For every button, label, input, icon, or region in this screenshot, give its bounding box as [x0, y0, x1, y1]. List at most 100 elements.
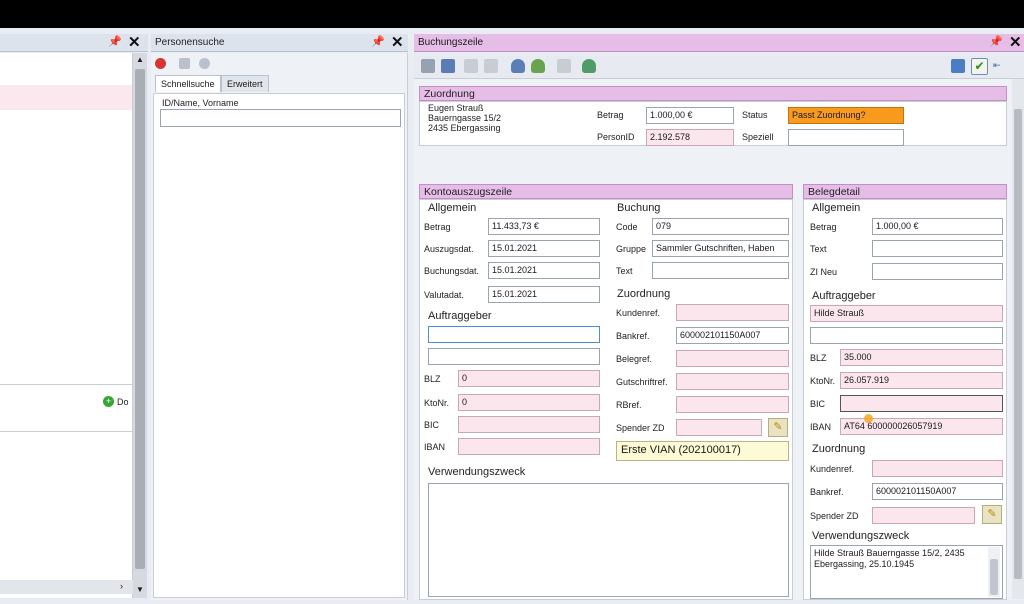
bic-field[interactable] [458, 416, 600, 433]
gutschriftref-field[interactable] [676, 373, 789, 390]
zuordnung-header-bar: Zuordnung [419, 86, 1007, 101]
text-field[interactable] [652, 262, 789, 279]
section-zuordnung-title: Zuordnung [617, 288, 671, 300]
blz-field[interactable]: 0 [458, 370, 600, 387]
cursor-icon [864, 414, 873, 423]
betrag-field[interactable]: 1.000,00 € [646, 107, 734, 124]
person-icon[interactable] [531, 59, 545, 73]
status-field[interactable]: Passt Zuordnung? [788, 107, 904, 124]
kundenref-field[interactable] [872, 460, 1003, 477]
betrag-field[interactable]: 1.000,00 € [872, 218, 1003, 235]
text-field[interactable] [872, 240, 1003, 257]
bic-field[interactable] [840, 395, 1003, 412]
list-icon[interactable] [557, 59, 571, 73]
auftraggeber-name2-field[interactable] [810, 327, 1003, 344]
left-hscrollbar[interactable]: › [0, 580, 133, 594]
iban-field[interactable] [458, 438, 600, 455]
verwendungszweck-textarea[interactable]: Hilde Strauß Bauerngasse 15/2, 2435 Eber… [810, 545, 1003, 599]
stop-icon[interactable] [155, 58, 166, 69]
bankref-label: Bankref. [810, 487, 844, 497]
left-scrollbar[interactable]: ▲ ▼ [133, 53, 147, 598]
search-input[interactable] [160, 109, 401, 127]
rbref-field[interactable] [676, 396, 789, 413]
gruppe-field[interactable]: Sammler Gutschriften, Haben [652, 240, 789, 257]
scrollbar-thumb[interactable] [990, 559, 998, 595]
auftraggeber-name-field[interactable] [428, 326, 600, 343]
spender-field[interactable] [872, 507, 975, 524]
save-icon[interactable] [441, 59, 455, 73]
pencil-icon[interactable]: ✎ [982, 505, 1002, 524]
tab-schnellsuche[interactable]: Schnellsuche [155, 75, 221, 92]
bankref-field[interactable]: 600002101150A007 [676, 327, 789, 344]
speziell-field[interactable] [788, 129, 904, 146]
display-icon[interactable] [951, 59, 965, 73]
close-icon[interactable]: ✕ [1009, 33, 1022, 51]
close-icon[interactable]: ✕ [128, 33, 141, 51]
personensuche-header: Personensuche 📌 ✕ [151, 34, 408, 52]
section-allgemein-title: Allgemein [812, 202, 861, 214]
spender-label: Spender ZD [810, 511, 859, 521]
arrow-icon[interactable]: ⇤ [993, 60, 1001, 71]
auftraggeber-name2-field[interactable] [428, 348, 600, 365]
scrollbar-thumb[interactable] [135, 69, 145, 569]
zineu-label: ZI Neu [810, 267, 838, 277]
ktonr-field[interactable]: 0 [458, 394, 600, 411]
schnellsuche-page: ID/Name, Vorname [153, 93, 405, 598]
code-field[interactable]: 079 [652, 218, 789, 235]
spender-field[interactable] [676, 419, 762, 436]
ktonr-field[interactable]: 26.057.919 [840, 372, 1003, 389]
panel-title: Personensuche [155, 37, 225, 48]
pin-icon[interactable]: 📌 [108, 35, 122, 48]
personid-field[interactable]: 2.192.578 [646, 129, 734, 146]
address-line: Bauerngasse 15/2 [428, 113, 502, 123]
search-icon[interactable] [179, 58, 190, 69]
scroll-up-icon[interactable]: ▲ [136, 55, 144, 64]
kundenref-field[interactable] [676, 304, 789, 321]
auszugsdat-field[interactable]: 15.01.2021 [488, 240, 600, 257]
clear-icon[interactable] [199, 58, 210, 69]
auszugsdat-label: Auszugsdat. [424, 244, 474, 254]
application-window: 📌 ✕ + Do ▲ ▼ › Personensuche 📌 ✕ Schnell… [0, 28, 1024, 604]
ktonr-label: KtoNr. [424, 398, 450, 408]
scroll-down-icon[interactable]: ▼ [136, 585, 144, 594]
belegref-label: Belegref. [616, 354, 653, 364]
left-panel-link[interactable]: Do [117, 397, 129, 407]
toolbar: ✔ ⇤ [414, 53, 1024, 79]
save-icon[interactable] [421, 59, 435, 73]
pencil-icon[interactable]: ✎ [768, 418, 788, 437]
divider [0, 384, 132, 385]
buchungszeile-scrollbar[interactable] [1012, 79, 1024, 599]
unlink-icon[interactable] [484, 59, 498, 73]
auftraggeber-name-field[interactable]: Hilde Strauß [810, 305, 1003, 322]
tab-erweitert[interactable]: Erweitert [221, 75, 269, 92]
left-panel-header: 📌 ✕ [0, 34, 148, 52]
vian-field[interactable]: Erste VIAN (202100017) [616, 441, 789, 461]
list-item-selected[interactable] [0, 85, 132, 110]
valutadat-field[interactable]: 15.01.2021 [488, 286, 600, 303]
belegref-field[interactable] [676, 350, 789, 367]
check-icon[interactable]: ✔ [971, 58, 988, 75]
zuordnung-content: Eugen Strauß Bauerngasse 15/2 2435 Eberg… [419, 101, 1007, 146]
link-icon[interactable] [464, 59, 478, 73]
bankref-field[interactable]: 600002101150A007 [872, 483, 1003, 500]
betrag-label: Betrag [810, 222, 837, 232]
textarea-scrollbar[interactable] [988, 547, 1000, 597]
blz-field[interactable]: 35.000 [840, 349, 1003, 366]
buchungsdat-field[interactable]: 15.01.2021 [488, 262, 600, 279]
person-icon[interactable] [511, 59, 525, 73]
zineu-field[interactable] [872, 263, 1003, 280]
betrag-field[interactable]: 11.433,73 € [488, 218, 600, 235]
verwendungszweck-textarea[interactable] [428, 483, 789, 597]
divider [0, 431, 132, 432]
ktonr-label: KtoNr. [810, 376, 836, 386]
pin-icon[interactable]: 📌 [989, 35, 1003, 48]
section-allgemein-title: Allgemein [428, 202, 477, 214]
pin-icon[interactable]: 📌 [371, 35, 385, 48]
text-label: Text [616, 266, 633, 276]
iban-label: IBAN [810, 422, 832, 432]
person-icon[interactable] [582, 59, 596, 73]
close-icon[interactable]: ✕ [391, 33, 404, 51]
add-icon[interactable]: + [103, 396, 114, 407]
scroll-right-icon[interactable]: › [120, 581, 123, 591]
scrollbar-thumb[interactable] [1014, 109, 1022, 579]
